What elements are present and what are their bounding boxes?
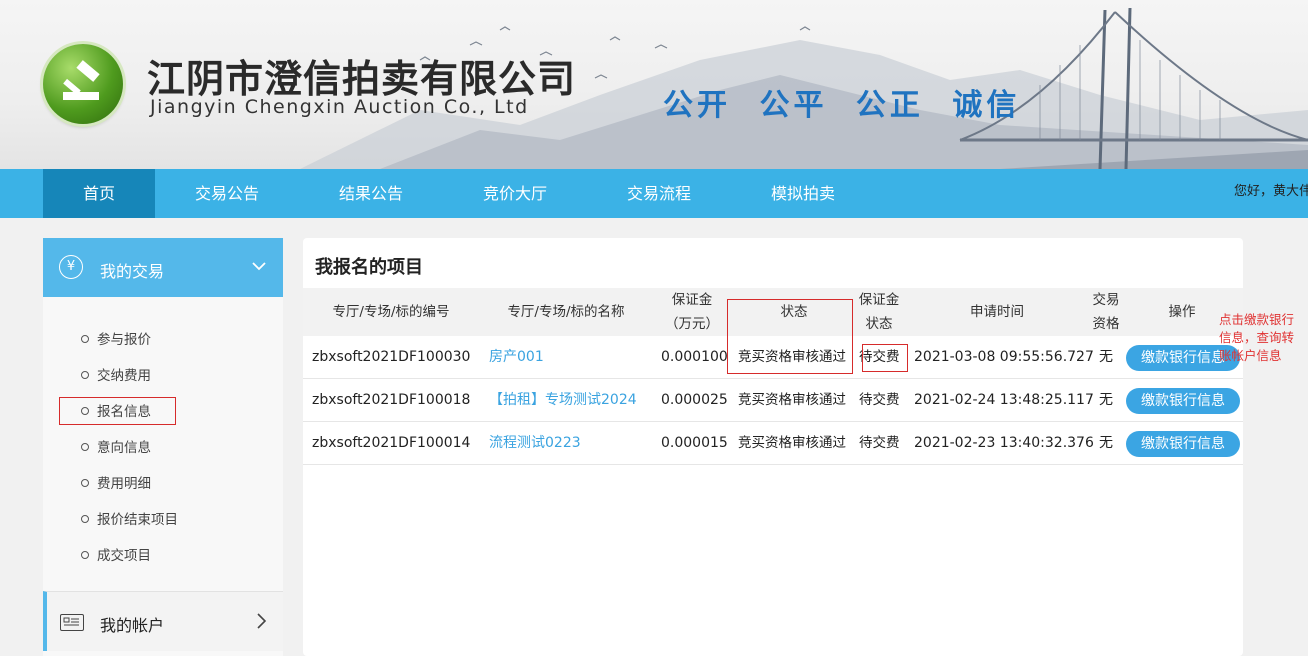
pay-bank-info-button[interactable]: 缴款银行信息 <box>1126 431 1240 457</box>
col-header-qualification: 交易 资格 <box>1092 292 1120 332</box>
cell-code: zbxsoft2021DF100014 <box>312 435 471 451</box>
col-header-name: 专厅/专场/标的名称 <box>507 304 625 320</box>
nav-results[interactable]: 结果公告 <box>316 169 426 218</box>
cell-name-link[interactable]: 【拍租】专场测试2024 <box>489 379 637 422</box>
company-logo <box>43 44 123 124</box>
chevron-right-icon <box>257 613 267 629</box>
cell-qualification: 无 <box>1099 435 1113 451</box>
col-header-deposit-status: 保证金 状态 <box>858 292 900 332</box>
sidebar-item-bid[interactable]: 参与报价 <box>81 328 151 348</box>
table-row: zbxsoft2021DF100014 流程测试0223 0.000015 竞买… <box>303 422 1243 465</box>
id-card-icon <box>60 614 84 631</box>
company-name-cn: 江阴市澄信拍卖有限公司 <box>147 56 577 101</box>
sidebar-item-fees[interactable]: 交纳费用 <box>81 364 151 384</box>
yen-icon: ¥ <box>59 255 83 279</box>
cell-deposit: 0.000015 <box>661 435 728 451</box>
gavel-icon <box>63 60 100 100</box>
bullet-icon <box>81 479 89 487</box>
cell-status: 竞买资格审核通过 <box>738 435 846 451</box>
nav-bidding-hall[interactable]: 竞价大厅 <box>460 169 570 218</box>
cell-qualification: 无 <box>1099 392 1113 408</box>
cell-apply-time: 2021-02-23 13:40:32.376 <box>914 435 1094 451</box>
cell-apply-time: 2021-02-24 13:48:25.117 <box>914 392 1094 408</box>
sidebar: ¥ 我的交易 参与报价 交纳费用 报名信息 意向信息 费用明细 报价结束项目 成… <box>43 238 283 656</box>
col-header-apply-time: 申请时间 <box>970 304 1024 320</box>
sidebar-section-my-trades[interactable]: ¥ 我的交易 <box>43 238 283 297</box>
highlight-box-deposit-status <box>862 344 908 372</box>
panel-title: 我报名的项目 <box>315 257 423 278</box>
site-header: 江阴市澄信拍卖有限公司 Jiangyin Chengxin Auction Co… <box>0 0 1308 169</box>
cell-apply-time: 2021-03-08 09:55:56.727 <box>914 349 1094 365</box>
cell-qualification: 无 <box>1099 349 1113 365</box>
cell-name-link[interactable]: 流程测试0223 <box>489 422 581 465</box>
slogan: 公开 公平 公正 诚信 <box>663 88 1021 123</box>
sidebar-item-intention[interactable]: 意向信息 <box>81 436 151 456</box>
nav-announcements[interactable]: 交易公告 <box>172 169 282 218</box>
bullet-icon <box>81 551 89 559</box>
cell-code: zbxsoft2021DF100018 <box>312 392 471 408</box>
cell-deposit: 0.000025 <box>661 392 728 408</box>
user-greeting[interactable]: 您好，黄大伟 <box>1234 169 1308 214</box>
cell-code: zbxsoft2021DF100030 <box>312 349 471 365</box>
chevron-down-icon <box>252 262 266 271</box>
sidebar-item-deals[interactable]: 成交项目 <box>81 544 151 564</box>
main-nav: 首页 交易公告 结果公告 竞价大厅 交易流程 模拟拍卖 您好，黄大伟 <box>0 169 1308 218</box>
cell-name-link[interactable]: 房产001 <box>489 336 544 379</box>
sidebar-item-ended[interactable]: 报价结束项目 <box>81 508 178 528</box>
sidebar-section-title: 我的交易 <box>100 262 165 281</box>
highlight-box-registration <box>59 397 176 425</box>
cell-deposit: 0.000100 <box>661 349 728 365</box>
annotation-note: 点击缴款银行信息，查询转账帐户信息 <box>1219 312 1295 363</box>
bullet-icon <box>81 335 89 343</box>
highlight-box-status <box>727 299 853 374</box>
cell-deposit-status: 待交费 <box>859 392 900 408</box>
cell-deposit-status: 待交费 <box>859 435 900 451</box>
sidebar-item-fee-details[interactable]: 费用明细 <box>81 472 151 492</box>
sidebar-section-account[interactable]: 我的帐户 <box>43 591 283 651</box>
nav-process[interactable]: 交易流程 <box>604 169 714 218</box>
bullet-icon <box>81 443 89 451</box>
table-row: zbxsoft2021DF100018 【拍租】专场测试2024 0.00002… <box>303 379 1243 422</box>
col-header-code: 专厅/专场/标的编号 <box>332 304 450 320</box>
pay-bank-info-button[interactable]: 缴款银行信息 <box>1126 388 1240 414</box>
sidebar-account-title: 我的帐户 <box>100 616 165 635</box>
col-header-action: 操作 <box>1168 304 1196 320</box>
company-name-en: Jiangyin Chengxin Auction Co., Ltd <box>150 96 529 118</box>
bullet-icon <box>81 371 89 379</box>
col-header-deposit: 保证金 （万元） <box>665 292 719 332</box>
nav-simulation[interactable]: 模拟拍卖 <box>748 169 858 218</box>
nav-home[interactable]: 首页 <box>43 169 155 218</box>
bullet-icon <box>81 515 89 523</box>
cell-status: 竞买资格审核通过 <box>738 392 846 408</box>
